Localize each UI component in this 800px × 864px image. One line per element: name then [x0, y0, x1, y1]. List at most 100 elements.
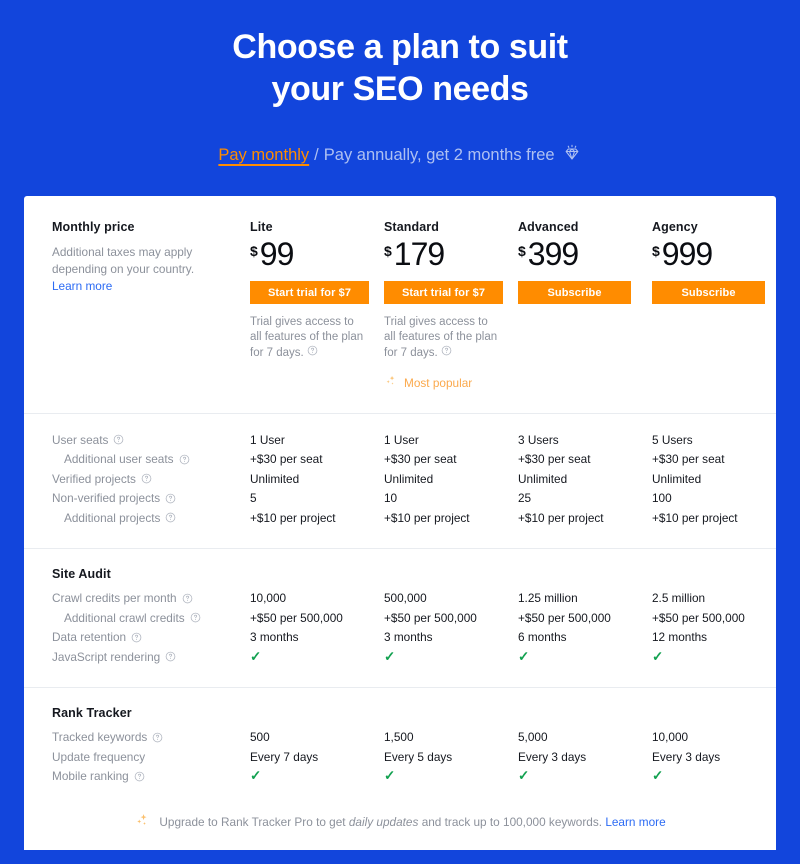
feature-value: ✓: [652, 768, 664, 784]
plan-column-advanced: Advanced $399 Subscribe: [518, 220, 652, 391]
feature-value: Unlimited: [518, 471, 568, 486]
price-amount: 179: [393, 236, 445, 272]
feature-value: +$50 per 500,000: [384, 610, 477, 625]
feature-value: ✓: [250, 648, 262, 664]
feature-value: +$30 per seat: [250, 452, 323, 467]
feature-value: +$10 per project: [250, 510, 336, 525]
plan-column-agency: Agency $999 Subscribe: [652, 220, 786, 391]
feature-value: 1.25 million: [518, 591, 578, 606]
plan-name: Standard: [384, 220, 439, 234]
feature-value: 5: [250, 491, 257, 506]
help-icon[interactable]: [152, 732, 163, 743]
feature-label: JavaScript rendering: [24, 650, 250, 664]
feature-value: +$50 per 500,000: [652, 610, 745, 625]
tax-note-text: Additional taxes may apply depending on …: [52, 245, 195, 276]
feature-value: ✓: [518, 648, 530, 664]
plan-column-lite: Lite $99 Start trial for $7 Trial gives acc…: [250, 220, 384, 391]
help-icon[interactable]: [141, 473, 152, 484]
taxes-learn-more-link[interactable]: Learn more: [52, 279, 112, 293]
feature-value: +$10 per project: [518, 510, 604, 525]
help-icon[interactable]: [165, 493, 176, 504]
feature-value: Every 5 days: [384, 749, 453, 764]
feature-value: ✓: [518, 768, 530, 784]
monthly-price-title: Monthly price: [52, 220, 135, 234]
sparkle-icon: [134, 812, 151, 832]
price-header-section: Monthly price Additional taxes may apply…: [24, 196, 776, 413]
feature-value: 1 User: [250, 432, 285, 447]
feature-row: JavaScript rendering ✓ ✓ ✓ ✓: [24, 647, 776, 667]
plan-name: Agency: [652, 220, 698, 234]
sparkle-icon: [384, 374, 398, 391]
help-icon[interactable]: [182, 593, 193, 604]
help-icon[interactable]: [165, 512, 176, 523]
feature-label: Non-verified projects: [24, 491, 250, 505]
feature-row: Non-verified projects 5 10 25 100: [24, 489, 776, 509]
help-icon[interactable]: [113, 434, 124, 445]
feature-label-text: Crawl credits per month: [52, 591, 177, 606]
trial-note: Trial gives access to all features of th…: [384, 315, 502, 361]
feature-label-text: JavaScript rendering: [52, 649, 161, 664]
feature-value: +$50 per 500,000: [250, 610, 343, 625]
feature-value: 10,000: [652, 730, 689, 745]
plan-cta-button[interactable]: Start trial for $7: [250, 281, 369, 304]
feature-value: ✓: [384, 648, 396, 664]
feature-row: Mobile ranking ✓ ✓ ✓ ✓: [24, 767, 776, 787]
feature-row: Additional projects +$10 per project +$10 …: [24, 508, 776, 528]
feature-label-text: User seats: [52, 432, 109, 447]
feature-label: Additional crawl credits: [24, 611, 250, 625]
feature-label: Verified projects: [24, 472, 250, 486]
page-title: Choose a plan to suit your SEO needs: [0, 26, 800, 110]
feature-value: 500: [250, 730, 270, 745]
help-icon[interactable]: [441, 345, 452, 356]
billing-separator: /: [314, 145, 319, 164]
price-amount: 999: [661, 236, 713, 272]
help-icon[interactable]: [165, 651, 176, 662]
feature-row: Verified projects Unlimited Unlimited Unlim…: [24, 469, 776, 489]
help-icon[interactable]: [134, 771, 145, 782]
billing-annual-option[interactable]: Pay annually, get 2 months free: [324, 146, 555, 165]
feature-section-rank-tracker: Rank Tracker Tracked keywords 500 1,500 5,00…: [24, 688, 776, 807]
plan-cta-button[interactable]: Subscribe: [652, 281, 765, 304]
feature-row: Additional user seats +$30 per seat +$30 p…: [24, 450, 776, 470]
help-icon[interactable]: [190, 612, 201, 623]
trial-note: Trial gives access to all features of th…: [250, 315, 368, 361]
feature-label: Update frequency: [24, 750, 250, 764]
feature-value: Every 3 days: [518, 749, 587, 764]
billing-monthly-option[interactable]: Pay monthly: [218, 146, 309, 165]
plan-price: $399: [518, 235, 652, 273]
feature-value: 5 Users: [652, 432, 693, 447]
feature-value: 100: [652, 491, 672, 506]
feature-value: 12 months: [652, 630, 708, 645]
feature-label-text: Additional crawl credits: [64, 610, 185, 625]
page-title-line-2: your SEO needs: [271, 70, 529, 108]
feature-value: ✓: [652, 648, 664, 664]
pricing-card: Monthly price Additional taxes may apply…: [24, 196, 776, 850]
footnote-emphasis: daily updates: [348, 815, 419, 829]
feature-label: Additional projects: [24, 511, 250, 525]
currency-symbol: $: [652, 243, 660, 259]
plan-cta-button[interactable]: Subscribe: [518, 281, 631, 304]
feature-value: 1,500: [384, 730, 414, 745]
feature-value: 10,000: [250, 591, 287, 606]
feature-value: +$30 per seat: [384, 452, 457, 467]
currency-symbol: $: [250, 243, 258, 259]
monthly-price-description: Additional taxes may apply depending on …: [52, 244, 227, 295]
feature-group-title: Rank Tracker: [52, 705, 132, 720]
feature-value: 2.5 million: [652, 591, 706, 606]
most-popular-label: Most popular: [404, 375, 473, 390]
help-icon[interactable]: [179, 454, 190, 465]
help-icon[interactable]: [307, 345, 318, 356]
feature-value: Unlimited: [250, 471, 300, 486]
feature-value: 25: [518, 491, 532, 506]
feature-value: 3 months: [384, 630, 433, 645]
rank-tracker-pro-learn-more-link[interactable]: Learn more: [605, 815, 665, 829]
feature-group-title: Site Audit: [52, 566, 111, 581]
feature-value: 10: [384, 491, 398, 506]
help-icon[interactable]: [131, 632, 142, 643]
feature-label-text: Tracked keywords: [52, 730, 148, 745]
feature-label-text: Data retention: [52, 630, 127, 645]
price-amount: 99: [259, 236, 295, 272]
feature-value: 1 User: [384, 432, 419, 447]
plan-cta-button[interactable]: Start trial for $7: [384, 281, 503, 304]
feature-value: Unlimited: [652, 471, 702, 486]
